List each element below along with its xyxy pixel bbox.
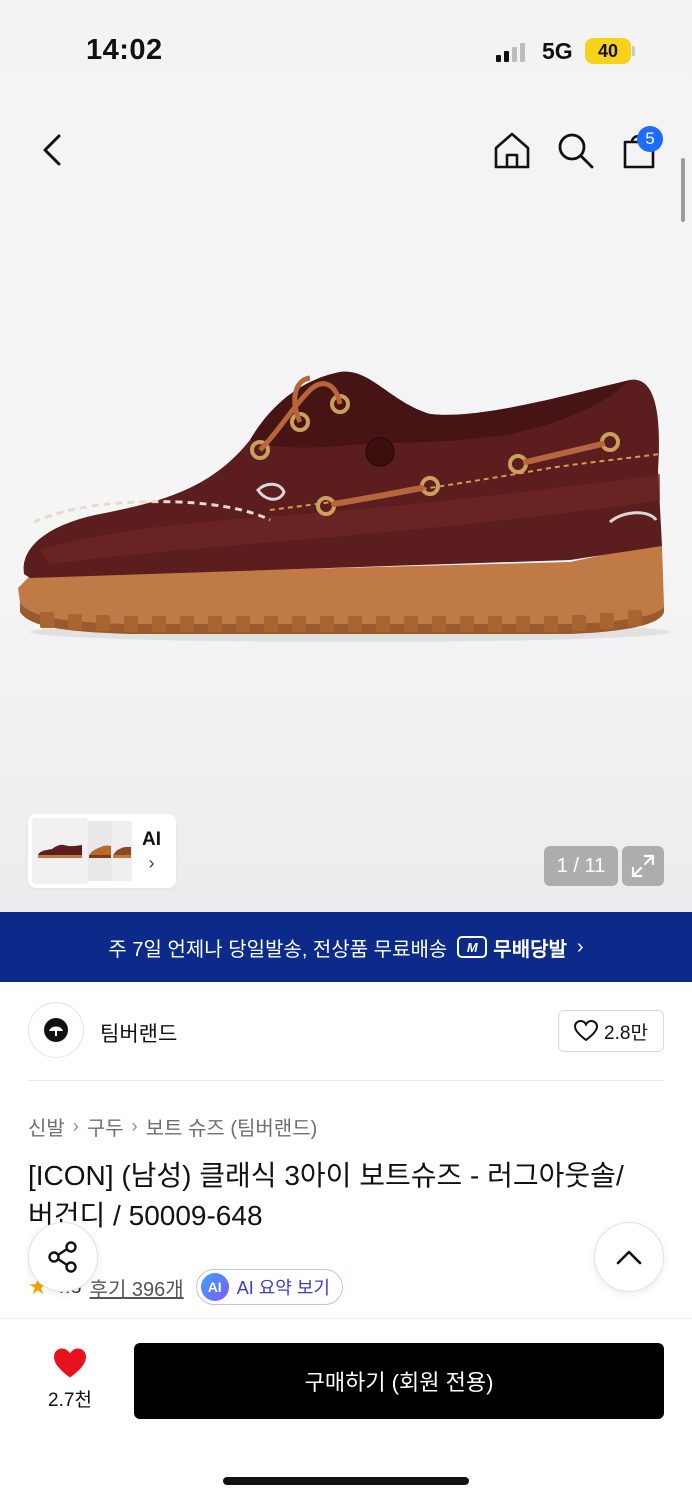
chevron-left-icon	[43, 134, 61, 166]
battery-level: 40	[597, 40, 619, 61]
review-count-link[interactable]: 후기 396개	[90, 1273, 184, 1302]
thumbnail-shoe-icon	[89, 845, 111, 858]
share-icon	[48, 1241, 77, 1273]
fullscreen-button[interactable]	[622, 846, 664, 886]
breadcrumb: 신발 › 구두 › 보트 슈즈 (팀버랜드)	[28, 1112, 317, 1141]
status-time: 14:02	[86, 34, 163, 66]
breadcrumb-item[interactable]: 보트 슈즈 (팀버랜드)	[146, 1112, 318, 1141]
scrollbar[interactable]	[681, 158, 685, 222]
home-icon	[494, 132, 530, 169]
expand-icon	[631, 854, 655, 878]
heart-outline-icon	[574, 1020, 599, 1042]
image-pager: 1 / 11	[544, 846, 618, 886]
thumbnail-shoe-icon	[113, 847, 131, 858]
chevron-right-icon: ›	[148, 852, 155, 873]
ai-badge-label: AI	[207, 1279, 222, 1295]
ai-icon: AI	[200, 1273, 229, 1301]
ai-summary-label: AI 요약 보기	[236, 1278, 330, 1298]
heart-filled-icon	[54, 1348, 86, 1378]
search-button[interactable]	[553, 128, 597, 172]
wishlist-count: 2.7천	[48, 1390, 92, 1411]
thumbnail-strip[interactable]: AI ›	[28, 814, 176, 888]
chevron-right-icon: ›	[131, 1116, 138, 1136]
cart-count-badge: 5	[637, 126, 663, 152]
chevron-right-icon: ›	[576, 935, 584, 958]
ai-summary-button[interactable]: AI AI 요약 보기	[195, 1269, 343, 1305]
product-image	[18, 371, 670, 642]
search-icon	[558, 133, 594, 169]
product-detail-page: 14:02 5G 40 5 AI › 1 / 11 주 7일 언제나 당일발송,…	[0, 0, 692, 1500]
breadcrumb-item[interactable]: 구두	[87, 1112, 124, 1141]
tree-logo-icon	[44, 1018, 68, 1042]
battery-icon: 40	[585, 38, 631, 64]
signal-icon	[496, 42, 525, 62]
scroll-to-top-button[interactable]	[594, 1222, 664, 1292]
delivery-brand-text: 무배당발	[493, 938, 567, 961]
network-type: 5G	[542, 38, 573, 64]
thumbnail-1[interactable]	[32, 818, 88, 884]
chevron-right-icon: ›	[72, 1116, 79, 1136]
truck-icon: M	[457, 936, 488, 958]
share-button[interactable]	[28, 1222, 98, 1292]
divider	[28, 1080, 664, 1081]
wishlist-button[interactable]: 2.7천	[30, 1347, 110, 1412]
thumbnail-2[interactable]	[88, 821, 112, 881]
chevron-up-icon	[616, 1250, 642, 1265]
brand-like-button[interactable]: 2.8만	[558, 1010, 664, 1052]
brand-row: 팀버랜드 2.8만	[28, 1002, 664, 1060]
delivery-brand-badge: M	[466, 939, 478, 955]
home-button[interactable]	[490, 128, 534, 172]
status-bar: 14:02 5G 40	[0, 0, 692, 100]
brand-like-count: 2.8만	[604, 1022, 648, 1044]
delivery-banner-text: 주 7일 언제나 당일발송, 전상품 무료배송	[108, 938, 448, 961]
thumbnail-shoe-icon	[38, 844, 82, 858]
thumbnail-3[interactable]	[112, 821, 132, 881]
delivery-banner[interactable]: 주 7일 언제나 당일발송, 전상품 무료배송 M 무배당발 ›	[0, 912, 692, 982]
product-image-gallery[interactable]: 14:02 5G 40 5 AI › 1 / 11	[0, 0, 692, 912]
battery-tip	[632, 46, 635, 56]
buy-button[interactable]: 구매하기 (회원 전용)	[134, 1343, 664, 1419]
brand-logo[interactable]	[28, 1002, 84, 1058]
ai-view-more-button[interactable]: AI ›	[142, 829, 161, 874]
purchase-bar: 2.7천 구매하기 (회원 전용)	[0, 1318, 692, 1500]
breadcrumb-item[interactable]: 신발	[28, 1112, 65, 1141]
brand-name[interactable]: 팀버랜드	[100, 1018, 177, 1048]
product-title: [ICON] (남성) 클래식 3아이 보트슈즈 - 러그아웃솔/버건디 / 5…	[28, 1160, 624, 1231]
home-indicator	[223, 1477, 469, 1485]
back-button[interactable]	[32, 130, 72, 170]
delivery-brand: M 무배당발	[457, 933, 567, 962]
ai-label: AI	[142, 828, 161, 850]
